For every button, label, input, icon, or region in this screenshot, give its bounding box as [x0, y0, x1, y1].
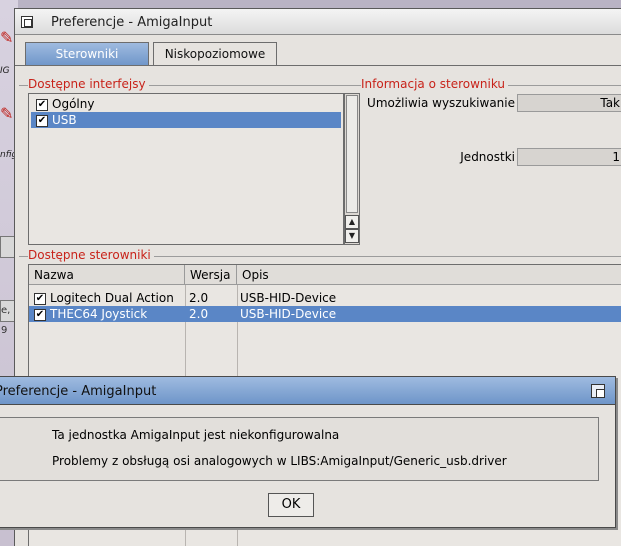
desktop-icon[interactable]: ✎	[0, 28, 14, 50]
table-row[interactable]: ✔ THEC64 Joystick 2.0 USB-HID-Device	[29, 306, 621, 322]
window-title: Preferencje - AmigaInput	[51, 15, 213, 30]
checkbox[interactable]: ✔	[36, 98, 48, 111]
desktop-icon-label: IG	[0, 66, 10, 76]
units-label: Jednostki	[460, 150, 515, 164]
desktop-icon[interactable]: ✎	[0, 104, 14, 126]
driver-info-group-label: Informacja o sterowniku	[361, 77, 509, 91]
interface-label: Ogólny	[52, 97, 95, 111]
driver-name: Logitech Dual Action	[50, 291, 174, 305]
interfaces-scrollbar[interactable]: ▲ ▼	[344, 93, 360, 245]
close-gadget-icon[interactable]	[21, 16, 33, 28]
dialog-title: Preferencje - AmigaInput	[0, 384, 157, 399]
list-item[interactable]: ✔ Ogólny	[31, 96, 341, 112]
ok-button[interactable]: OK	[268, 493, 314, 517]
dialog-titlebar[interactable]: Preferencje - AmigaInput	[0, 377, 615, 405]
searchable-label: Umożliwia wyszukiwanie	[367, 96, 515, 110]
checkbox[interactable]: ✔	[34, 292, 46, 305]
interface-label: USB	[52, 113, 77, 127]
dialog-message-line: Problemy z obsługą osi analogowych w LIB…	[52, 454, 507, 468]
dialog-message-box: Ta jednostka AmigaInput jest niekonfigur…	[0, 417, 599, 481]
driver-name: THEC64 Joystick	[50, 307, 148, 321]
column-header-description[interactable]: Opis	[237, 265, 621, 285]
interfaces-list[interactable]: ✔ Ogólny ✔ USB	[28, 93, 344, 245]
dialog-message-line: Ta jednostka AmigaInput jest niekonfigur…	[52, 428, 340, 442]
driver-version: 2.0	[189, 291, 209, 305]
tab-sterowniki[interactable]: Sterowniki	[25, 42, 149, 66]
tab-niskopoziomowe[interactable]: Niskopoziomowe	[153, 42, 277, 66]
units-value: 1	[517, 148, 621, 166]
table-row[interactable]: ✔ Logitech Dual Action 2.0 USB-HID-Device	[29, 290, 621, 306]
column-header-version[interactable]: Wersja	[185, 265, 237, 285]
checkbox[interactable]: ✔	[36, 114, 48, 127]
window-titlebar[interactable]: Preferencje - AmigaInput	[15, 9, 621, 35]
column-header-name[interactable]: Nazwa	[29, 265, 185, 285]
tab-divider	[15, 65, 621, 66]
scroll-up-icon[interactable]: ▲	[345, 215, 359, 229]
scroll-down-icon[interactable]: ▼	[345, 229, 359, 243]
interfaces-group-label: Dostępne interfejsy	[28, 77, 149, 91]
driver-version: 2.0	[189, 307, 209, 321]
driver-description: USB-HID-Device	[240, 291, 337, 305]
info-dialog: Preferencje - AmigaInput Ta jednostka Am…	[0, 376, 616, 528]
drivers-group-label: Dostępne sterowniki	[28, 248, 154, 262]
checkbox[interactable]: ✔	[34, 308, 46, 321]
list-item[interactable]: ✔ USB	[31, 112, 341, 128]
driver-description: USB-HID-Device	[240, 307, 337, 321]
searchable-value: Tak	[517, 94, 621, 112]
depth-gadget-icon[interactable]	[591, 384, 605, 398]
